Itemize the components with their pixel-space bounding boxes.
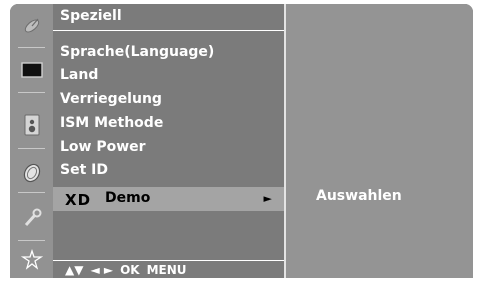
icon-divider bbox=[18, 240, 45, 241]
menu-item-set-id[interactable]: Set ID bbox=[60, 160, 108, 180]
submenu-arrow-icon: ► bbox=[263, 192, 272, 205]
xd-logo: XD bbox=[65, 191, 91, 207]
up-down-arrows-icon: ▲▼ bbox=[65, 263, 84, 277]
menu-item-lock[interactable]: Verriegelung bbox=[60, 89, 162, 109]
ok-hint: OK bbox=[120, 263, 140, 277]
special-settings-icon[interactable] bbox=[10, 242, 53, 278]
icon-divider bbox=[18, 92, 45, 93]
menu-item-demo[interactable]: XD Demo ► bbox=[53, 187, 284, 211]
icon-divider bbox=[18, 192, 45, 193]
icon-divider bbox=[18, 47, 45, 48]
menu-category-column bbox=[10, 4, 53, 278]
icon-divider bbox=[18, 148, 45, 149]
wrench-icon[interactable] bbox=[10, 197, 53, 239]
menu-item-country[interactable]: Land bbox=[60, 65, 98, 85]
left-right-arrows-icon: ◄ ► bbox=[90, 263, 114, 277]
menu-hint: MENU bbox=[146, 263, 187, 277]
clock-icon[interactable] bbox=[10, 152, 53, 194]
speaker-icon[interactable] bbox=[10, 104, 53, 146]
navigation-hint-bar: ▲▼ ◄ ► OK MENU bbox=[65, 263, 187, 278]
satellite-dish-icon[interactable] bbox=[10, 4, 53, 46]
menu-panel: Speziell Sprache(Language) Land Verriege… bbox=[53, 4, 286, 278]
menu-item-ism-method[interactable]: ISM Methode bbox=[60, 113, 163, 133]
tv-osd-screen: Speziell Sprache(Language) Land Verriege… bbox=[10, 4, 473, 278]
picture-icon[interactable] bbox=[10, 49, 53, 91]
title-divider bbox=[53, 30, 284, 31]
menu-title: Speziell bbox=[60, 8, 122, 24]
menu-item-demo-label: Demo bbox=[105, 190, 151, 206]
menu-item-low-power[interactable]: Low Power bbox=[60, 137, 146, 157]
submenu-item-select[interactable]: Auswahlen bbox=[316, 188, 402, 204]
submenu-panel: Auswahlen bbox=[286, 4, 473, 278]
svg-text:XD: XD bbox=[65, 191, 91, 207]
footer-divider bbox=[53, 260, 284, 261]
menu-item-language[interactable]: Sprache(Language) bbox=[60, 42, 214, 62]
